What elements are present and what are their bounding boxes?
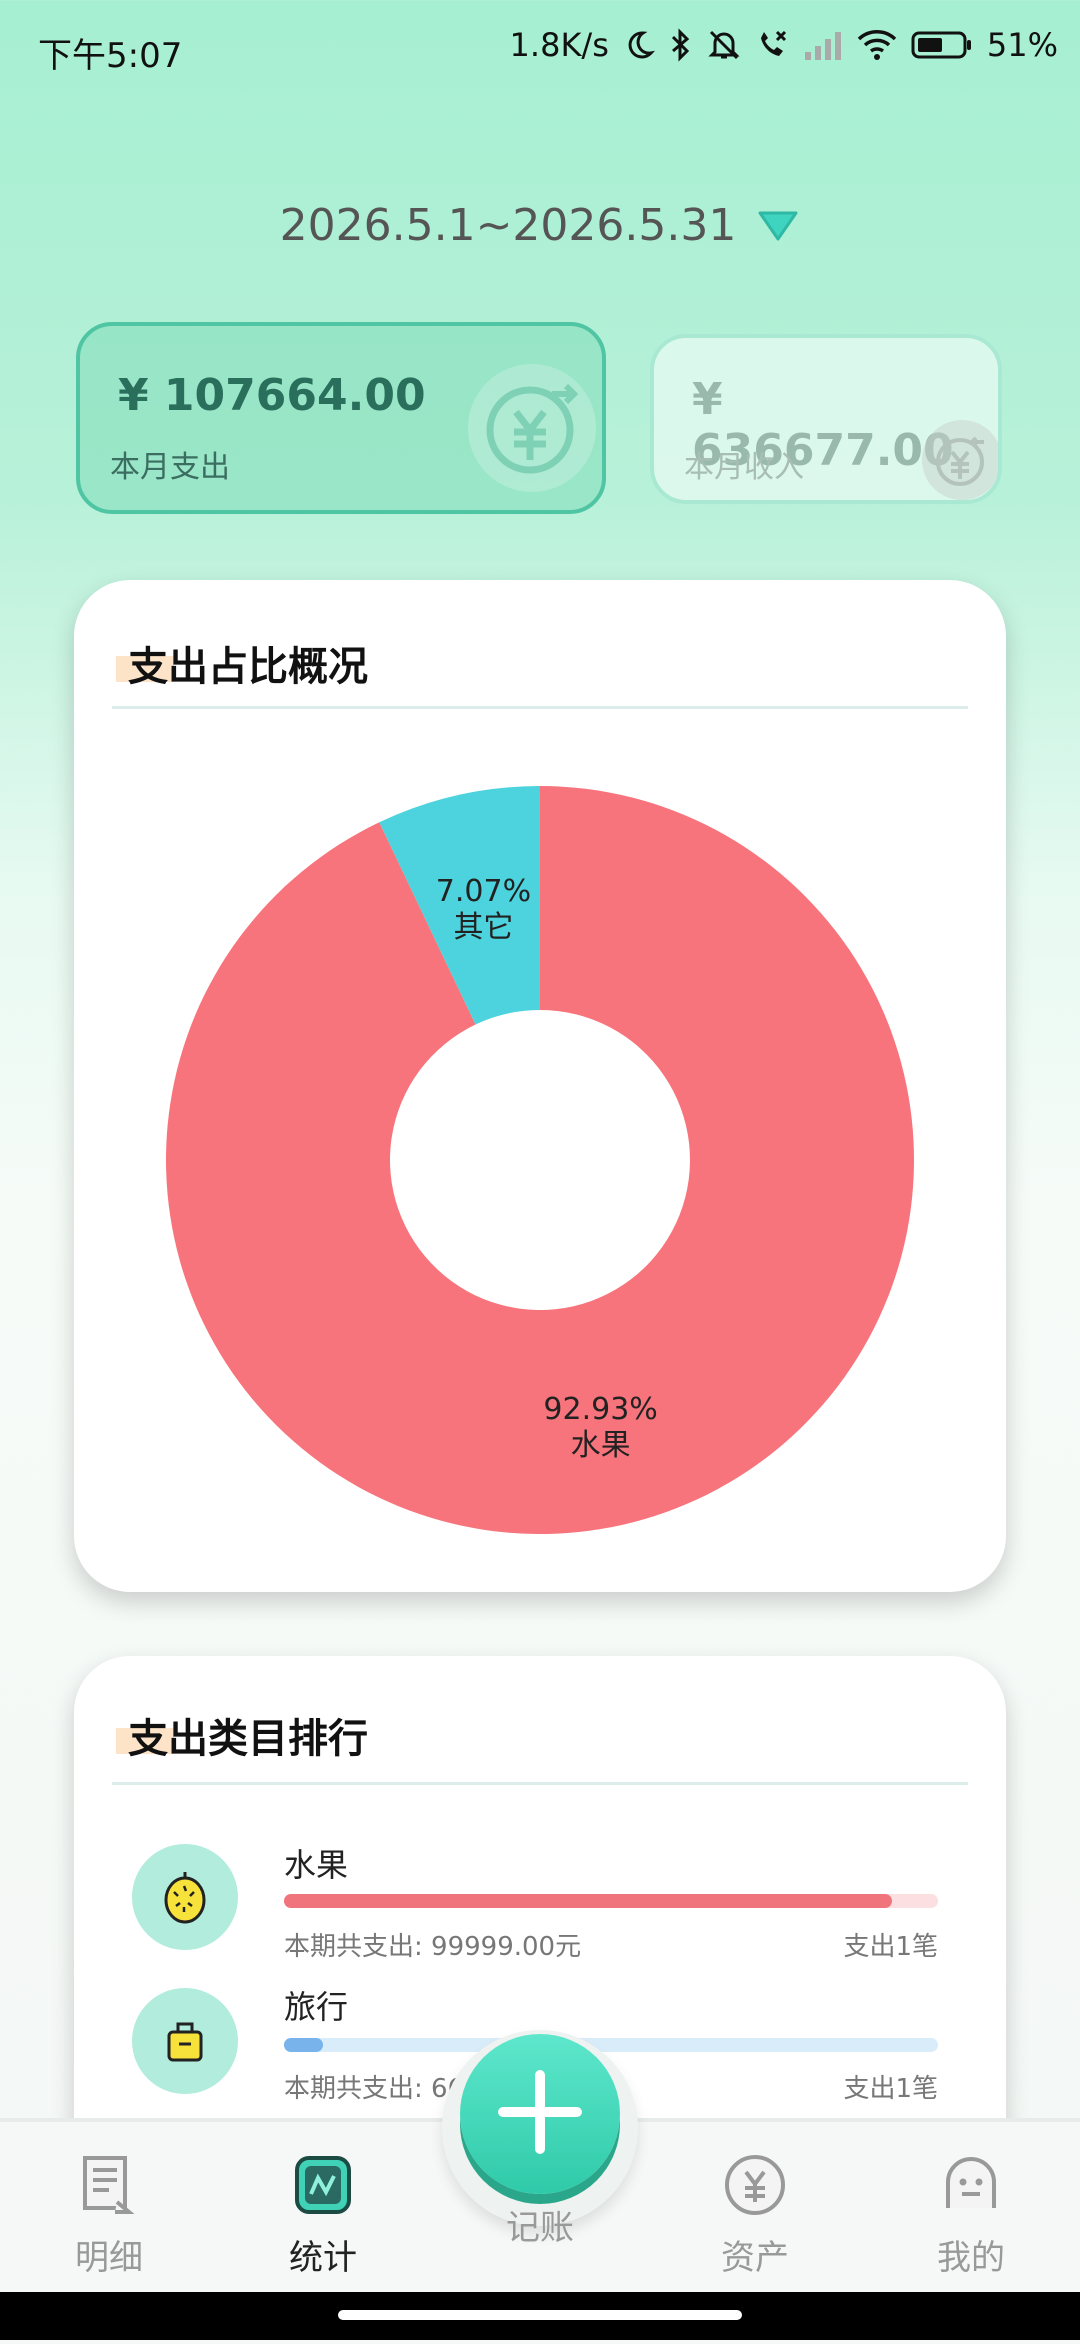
mute-bell-icon: [707, 28, 741, 62]
nav-label: 资产: [721, 2238, 789, 2278]
ranking-bar-fill: [284, 2038, 324, 2052]
donut-label-1: 7.07% 其它: [413, 874, 553, 946]
expense-ratio-title: 支出占比概况: [116, 634, 368, 692]
divider: [112, 706, 968, 709]
donut-percent: 92.93%: [543, 1392, 658, 1428]
moon-icon: [623, 29, 655, 61]
ranking-item-count: 支出1笔: [843, 1932, 938, 1962]
expense-label: 本月支出: [110, 450, 230, 485]
durian-icon: [132, 1844, 238, 1950]
nav-label: 我的: [937, 2238, 1005, 2278]
battery-percent: 51%: [986, 26, 1058, 64]
ranking-item-total: 本期共支出: 99999.00元: [284, 1932, 582, 1962]
plus-icon: [495, 2067, 585, 2161]
luggage-icon: [132, 1988, 238, 2094]
dropdown-triangle-icon: [756, 203, 800, 254]
date-range-selector[interactable]: 2026.5.1~2026.5.31: [0, 200, 1080, 254]
bluetooth-icon: [669, 28, 693, 62]
nav-label: 统计: [289, 2238, 357, 2278]
donut-percent: 7.07%: [435, 873, 532, 909]
divider: [112, 1782, 968, 1785]
status-time: 下午5:07: [38, 36, 183, 76]
battery-icon: [911, 30, 973, 60]
monthly-expense-card[interactable]: ¥ 107664.00 本月支出: [76, 322, 606, 514]
add-record-label: 记账: [506, 2208, 574, 2248]
ranking-item-total: 本期共支出: 66: [284, 2074, 465, 2104]
document-icon: [34, 2152, 184, 2222]
expense-ratio-card: 支出占比概况 92.93% 水果 7.07% 其它: [74, 580, 1006, 1592]
status-icons: 1.8K/s 51%: [510, 26, 1058, 64]
donut-category: 水果: [570, 1428, 631, 1464]
ranking-bar-track: [284, 1894, 938, 1908]
network-speed: 1.8K/s: [509, 26, 609, 64]
ranking-bar-fill: [284, 1894, 893, 1908]
home-indicator[interactable]: [338, 2310, 742, 2320]
date-range-text: 2026.5.1~2026.5.31: [279, 200, 737, 251]
nav-item-assets[interactable]: 资产: [680, 2152, 830, 2279]
monthly-income-card[interactable]: ¥ 636677.00 本月收入: [650, 334, 1002, 504]
donut-category: 其它: [453, 909, 514, 945]
expense-amount: ¥ 107664.00: [118, 370, 426, 421]
donut-label-0: 92.93% 水果: [531, 1392, 671, 1464]
nav-item-details[interactable]: 明细: [34, 2152, 184, 2279]
add-record-fab-base: [442, 2030, 638, 2226]
add-record-button[interactable]: [460, 2034, 620, 2194]
stats-icon: [248, 2152, 398, 2222]
call-icon: [755, 28, 789, 62]
income-label: 本月收入: [684, 450, 804, 485]
signal-icon: [803, 30, 843, 60]
nav-item-stats[interactable]: 统计: [248, 2152, 398, 2279]
nav-label: 明细: [75, 2238, 143, 2278]
wifi-icon: [857, 29, 897, 61]
yuan-arrow-icon: [922, 420, 998, 500]
yuan-arrow-icon: [468, 364, 596, 496]
ranking-bar-track: [284, 2038, 938, 2052]
nav-item-profile[interactable]: 我的: [896, 2152, 1046, 2279]
ranking-item-name: 旅行: [284, 1988, 349, 2026]
ranking-item-count: 支出1笔: [843, 2074, 938, 2104]
ranking-item-name: 水果: [284, 1846, 349, 1884]
category-ranking-title: 支出类目排行: [116, 1706, 368, 1764]
face-icon: [896, 2152, 1046, 2222]
yuan-coin-icon: [680, 2152, 830, 2222]
